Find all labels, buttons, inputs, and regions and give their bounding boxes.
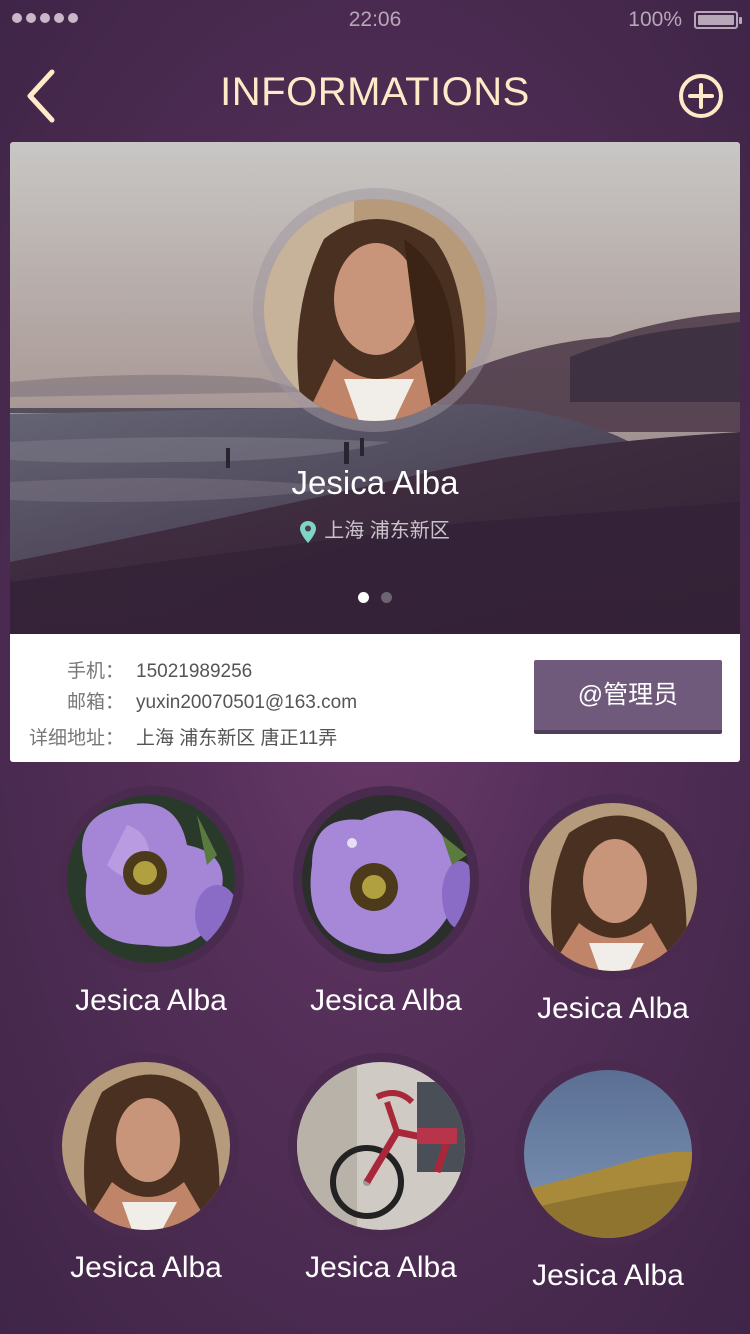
email-value[interactable]: yuxin20070501@163.com — [136, 692, 357, 713]
location-pin-icon — [300, 520, 317, 543]
battery-percent: 100% — [628, 8, 682, 31]
carousel-dot[interactable] — [381, 592, 392, 603]
email-label: 邮箱： — [66, 692, 124, 713]
battery-icon — [694, 11, 742, 29]
contact-card[interactable]: Jesica Alba — [286, 786, 486, 1018]
woman-portrait-image — [529, 803, 697, 971]
profile-header-card[interactable]: Jesica Alba 上海 浦东新区 — [10, 142, 740, 634]
purple-flower-image — [67, 795, 235, 963]
phone-label: 手机： — [66, 661, 124, 682]
status-bar: 22:06 100% — [0, 0, 750, 40]
contact-name: Jesica Alba — [532, 1259, 684, 1292]
email-row: 邮箱： yuxin20070501@163.com — [24, 687, 357, 714]
address-label: 详细地址： — [28, 728, 124, 749]
profile-location: 上海 浦东新区 — [10, 514, 740, 543]
carousel-dot[interactable] — [358, 592, 369, 603]
contact-name: Jesica Alba — [305, 1251, 457, 1284]
carousel-indicator[interactable] — [10, 590, 740, 608]
contact-name: Jesica Alba — [70, 1251, 222, 1284]
contact-card[interactable]: Jesica Alba — [51, 786, 251, 1018]
phone-row: 手机： 15021989256 — [24, 656, 252, 683]
plus-circle-icon — [679, 74, 723, 118]
contact-card[interactable]: Jesica Alba — [281, 1053, 481, 1285]
page-title: INFORMATIONS — [220, 70, 530, 114]
add-button[interactable] — [678, 73, 724, 119]
profile-avatar[interactable] — [264, 199, 486, 421]
contact-name: Jesica Alba — [75, 984, 227, 1017]
contact-info-panel: 手机： 15021989256 邮箱： yuxin20070501@163.com … — [10, 634, 740, 762]
address-value: 上海 浦东新区 唐正11弄 — [136, 728, 338, 749]
contact-card[interactable]: Jesica Alba — [513, 794, 713, 1026]
purple-flower-image — [302, 795, 470, 963]
contact-card[interactable]: Jesica Alba — [46, 1053, 246, 1285]
woman-portrait-image — [264, 199, 486, 421]
grass-hill-image — [524, 1070, 692, 1238]
contact-card[interactable]: Jesica Alba — [508, 1061, 708, 1293]
admin-button[interactable]: @管理员 — [534, 660, 722, 734]
location-text: 上海 浦东新区 — [324, 520, 450, 542]
address-row: 详细地址： 上海 浦东新区 唐正11弄 — [24, 723, 337, 750]
woman-portrait-image — [62, 1062, 230, 1230]
red-bicycle-image — [297, 1062, 465, 1230]
contact-name: Jesica Alba — [537, 992, 689, 1025]
contact-name: Jesica Alba — [310, 984, 462, 1017]
profile-name: Jesica Alba — [291, 464, 459, 501]
phone-value[interactable]: 15021989256 — [136, 661, 252, 682]
